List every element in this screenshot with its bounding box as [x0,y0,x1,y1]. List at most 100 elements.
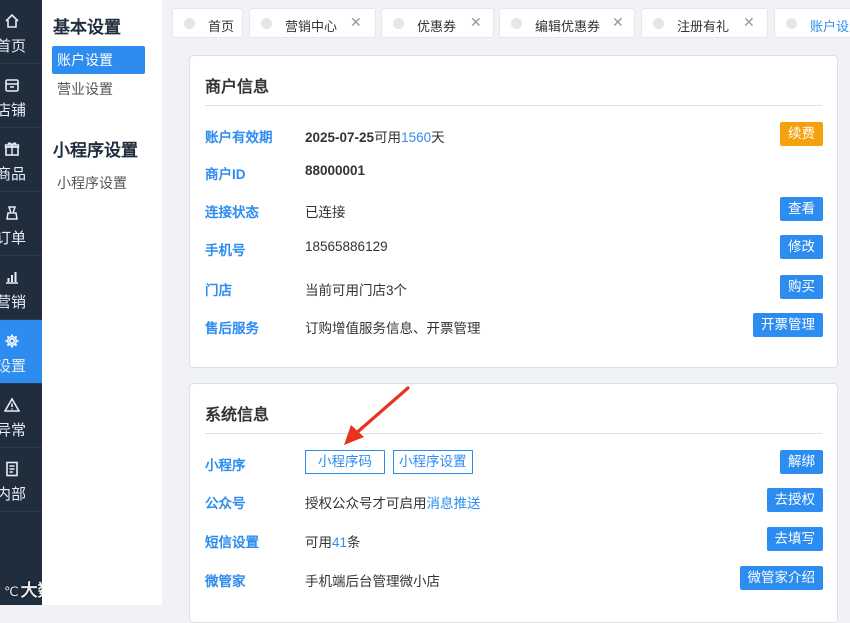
renew-button[interactable]: 续费 [780,122,823,146]
tab-label: 注册有礼 [677,19,730,34]
nav-label: 商品 [0,166,27,183]
row-steward: 微管家 手机端后台管理微小店 微管家介绍 [190,566,837,590]
tab-home[interactable]: 首页 [172,8,243,38]
fill-in-button[interactable]: 去填写 [766,527,823,551]
mini-program-settings-button[interactable]: 小程序设置 [393,450,473,474]
nav-item-internal[interactable]: 内部 [0,448,42,512]
row-label: 手机号 [205,243,246,258]
row-label: 微管家 [205,574,246,589]
tab-register-gift[interactable]: 注册有礼 ✕ [641,8,768,38]
nav-label: 店铺 [0,102,27,119]
invoice-management-button[interactable]: 开票管理 [753,313,823,337]
row-label: 小程序 [205,458,246,473]
buy-button[interactable]: 购买 [780,275,823,299]
nav-label: 设置 [0,358,27,375]
tab-label: 营销中心 [285,19,338,34]
row-phone: 手机号 18565886129 修改 [190,235,837,259]
store-value: 当前可用门店3个 [305,283,408,298]
view-button[interactable]: 查看 [780,197,823,221]
row-label: 公众号 [205,496,246,511]
mini-program-code-button[interactable]: 小程序码 [305,450,385,474]
row-sms-settings: 短信设置 可用41条 去填写 [190,527,837,551]
row-official-account: 公众号 授权公众号才可启用消息推送 去授权 [190,488,837,512]
system-info-card: 系统信息 小程序 小程序码 小程序设置 解绑 公众号 授权公众号才可启用消息推送… [189,383,838,623]
merchant-info-card: 商户信息 账户有效期 2025-07-25可用1560天 续费 商户ID 880… [189,55,838,368]
row-label: 连接状态 [205,205,259,220]
row-value: 可用41条 [305,535,361,550]
after-sales-value: 订购增值服务信息、开票管理 [305,321,481,336]
nav-item-exceptions[interactable]: 异常 [0,384,42,448]
tab-label: 账户设置 [810,19,850,34]
tab-bar: 首页 营销中心 ✕ 优惠券 ✕ 编辑优惠券 ✕ 注册有礼 ✕ 账户设置 [172,8,850,40]
tab-close-icon[interactable]: ✕ [470,14,482,31]
row-connection-status: 连接状态 已连接 查看 [190,197,837,221]
row-after-sales: 售后服务 订购增值服务信息、开票管理 开票管理 [190,313,837,337]
row-label: 门店 [205,283,232,298]
subnav-item-business-settings[interactable]: 营业设置 [52,75,145,103]
tab-coupons[interactable]: 优惠券 ✕ [381,8,494,38]
card-title: 商户信息 [205,79,270,96]
nav-label: 首页 [0,38,27,55]
nav-label: 内部 [0,486,27,503]
tab-close-icon[interactable]: ✕ [350,14,362,31]
row-mini-program: 小程序 小程序码 小程序设置 解绑 [190,450,837,474]
chart-icon [6,272,18,284]
merchant-id-value: 88000001 [305,163,366,178]
order-icon [6,206,18,220]
watermark-logo-icon: ℃ [4,584,19,599]
subnav-group-title: 基本设置 [53,18,121,37]
authorize-button[interactable]: 去授权 [766,488,823,512]
row-label: 售后服务 [205,321,259,336]
tab-status-dot [393,18,404,29]
steward-value: 手机端后台管理微小店 [305,574,440,589]
subnav-item-miniprogram-settings[interactable]: 小程序设置 [52,169,145,197]
subnav-group-title: 小程序设置 [53,141,138,160]
edit-phone-button[interactable]: 修改 [780,235,823,259]
nav-item-orders[interactable]: 订单 [0,192,42,256]
tab-status-dot [511,18,522,29]
tab-status-dot [261,18,272,29]
row-store: 门店 当前可用门店3个 购买 [190,275,837,299]
row-label: 商户ID [205,167,246,182]
document-icon [6,461,18,477]
gear-icon [5,334,19,348]
row-account-validity: 账户有效期 2025-07-25可用1560天 续费 [190,122,837,146]
tab-close-icon[interactable]: ✕ [612,14,624,31]
nav-label: 订单 [0,230,27,247]
store-icon [5,79,19,92]
nav-item-settings[interactable]: 设置 [0,320,42,384]
connection-status-value: 已连接 [305,205,346,220]
nav-label: 异常 [0,422,27,439]
row-value: 授权公众号才可启用消息推送 [305,496,481,511]
tab-status-dot [786,18,797,29]
divider [205,105,822,106]
steward-intro-button[interactable]: 微管家介绍 [739,566,823,590]
tab-label: 编辑优惠券 [535,19,601,34]
tab-marketing-center[interactable]: 营销中心 ✕ [249,8,376,38]
nav-item-home[interactable]: 首页 [0,0,42,64]
nav-item-marketing[interactable]: 营销 [0,256,42,320]
message-push-link[interactable]: 消息推送 [427,496,481,511]
subnav-item-account-settings[interactable]: 账户设置 [52,46,145,74]
tab-edit-coupon[interactable]: 编辑优惠券 ✕ [499,8,635,38]
left-nav: 首页 店铺 商品 订单 营销 设置 异常 内部 ℃大数跨境 [0,0,42,605]
tab-status-dot [653,18,664,29]
tab-close-icon[interactable]: ✕ [743,14,755,31]
nav-label: 营销 [0,294,27,311]
row-merchant-id: 商户ID 88000001 [190,159,837,183]
tab-status-dot [184,18,195,29]
tab-label: 优惠券 [417,19,457,34]
annotation-arrow-icon [344,386,410,445]
phone-value: 18565886129 [305,239,388,254]
divider [205,433,822,434]
home-icon [5,13,19,28]
tab-account-settings[interactable]: 账户设置 [774,8,850,38]
unbind-button[interactable]: 解绑 [780,450,823,474]
watermark: ℃大数跨境 [4,581,42,600]
row-label: 账户有效期 [205,130,273,145]
nav-item-goods[interactable]: 商品 [0,128,42,192]
nav-item-store[interactable]: 店铺 [0,64,42,128]
row-value: 2025-07-25可用1560天 [305,130,445,145]
card-title: 系统信息 [205,407,270,424]
expiry-date: 2025-07-25 [305,130,375,145]
